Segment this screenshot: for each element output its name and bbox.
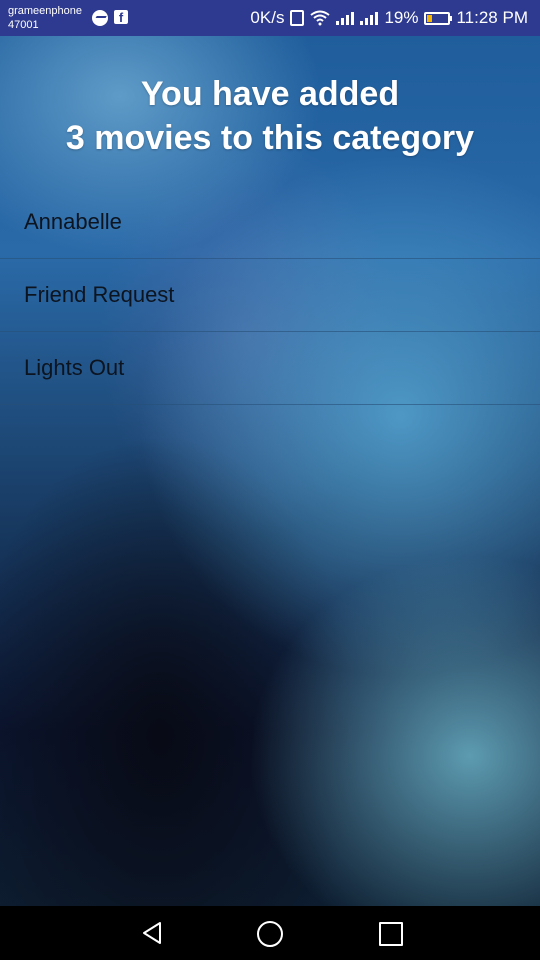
status-bar: grameenphone 47001 f 0K/s 19% 11:28 PM bbox=[0, 0, 540, 36]
battery-fill bbox=[427, 14, 432, 22]
facebook-icon: f bbox=[114, 10, 128, 25]
status-indicators: 0K/s 19% 11:28 PM bbox=[250, 7, 528, 29]
movie-item-friend-request[interactable]: Friend Request bbox=[0, 259, 540, 332]
battery-icon bbox=[424, 11, 453, 25]
heading-line-2: 3 movies to this category bbox=[65, 119, 475, 157]
carrier-info: grameenphone 47001 bbox=[8, 4, 82, 32]
movie-item-annabelle[interactable]: Annabelle bbox=[0, 186, 540, 259]
movie-item-lights-out[interactable]: Lights Out bbox=[0, 332, 540, 405]
signal-icon-sim2 bbox=[360, 11, 379, 25]
battery-percent: 19% bbox=[384, 8, 419, 27]
navigation-bar bbox=[0, 906, 540, 960]
network-speed: 0K/s bbox=[250, 8, 285, 27]
movie-title: Friend Request bbox=[24, 282, 175, 307]
notification-icons: f bbox=[92, 10, 128, 26]
main-content: You have added 3 movies to this category… bbox=[0, 36, 540, 906]
messenger-icon bbox=[92, 10, 108, 26]
carrier-name: grameenphone bbox=[8, 5, 83, 17]
back-icon[interactable] bbox=[140, 921, 164, 945]
carrier-code: 47001 bbox=[8, 19, 39, 31]
signal-icon-sim1 bbox=[336, 11, 355, 25]
heading-line-1: You have added bbox=[140, 75, 400, 113]
clock: 11:28 PM bbox=[456, 8, 528, 27]
vibrate-icon bbox=[290, 10, 305, 26]
movie-title: Lights Out bbox=[24, 355, 125, 380]
home-icon[interactable] bbox=[257, 921, 283, 947]
wifi-icon bbox=[310, 10, 331, 26]
recents-icon[interactable] bbox=[379, 922, 403, 946]
movie-title: Annabelle bbox=[24, 209, 122, 234]
page-heading: You have added 3 movies to this category bbox=[0, 72, 540, 160]
movie-list: Annabelle Friend Request Lights Out bbox=[0, 186, 540, 405]
